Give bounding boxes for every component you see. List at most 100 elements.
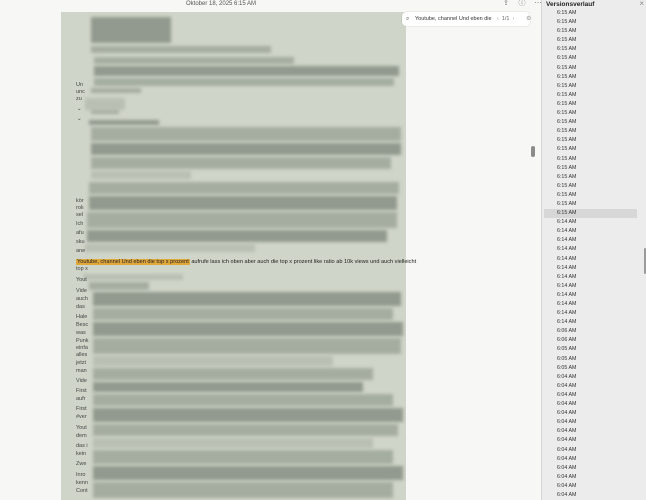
version-item[interactable]: 6:15 AM (544, 164, 637, 173)
find-options-icon[interactable]: ⚙ (526, 15, 531, 22)
text-fragment: was (76, 330, 86, 336)
version-item[interactable]: 6:04 AM (544, 491, 637, 500)
redacted-block (89, 120, 159, 125)
version-item[interactable]: 6:04 AM (544, 391, 637, 400)
find-bar[interactable]: ⌕ Youtube, channel Und eben die top x ‹ … (402, 12, 530, 26)
text-fragment: Vide (76, 378, 87, 384)
version-item[interactable]: 6:14 AM (544, 282, 637, 291)
version-item[interactable]: 6:15 AM (544, 173, 637, 182)
note-page[interactable] (61, 12, 406, 500)
text-fragment: kör (76, 198, 84, 204)
version-item[interactable]: 6:15 AM (544, 54, 637, 63)
find-next-button[interactable]: › (513, 16, 515, 22)
text-fragment: das (76, 304, 85, 310)
text-fragment: sel (76, 212, 84, 218)
text-fragment: Inro (76, 472, 86, 478)
version-item[interactable]: 6:14 AM (544, 318, 637, 327)
version-item[interactable]: 6:04 AM (544, 409, 637, 418)
version-item[interactable]: 6:04 AM (544, 373, 637, 382)
version-item[interactable]: 6:15 AM (544, 45, 637, 54)
document-scrollbar[interactable] (531, 146, 535, 157)
version-item[interactable]: 6:15 AM (544, 200, 637, 209)
text-fragment: Un (76, 82, 84, 88)
redacted-block (93, 322, 403, 336)
version-item[interactable]: 6:04 AM (544, 455, 637, 464)
redacted-block (94, 66, 399, 76)
redacted-block (91, 143, 401, 155)
version-item[interactable]: 6:04 AM (544, 400, 637, 409)
version-item[interactable]: 6:15 AM (544, 9, 637, 18)
text-fragment: Hale (76, 314, 88, 320)
version-item[interactable]: 6:15 AM (544, 109, 637, 118)
version-item[interactable]: 6:15 AM (544, 27, 637, 36)
version-item[interactable]: 6:15 AM (544, 127, 637, 136)
version-item[interactable]: 6:14 AM (544, 218, 637, 227)
version-item[interactable]: 6:15 AM (544, 118, 637, 127)
top-toolbar: ⇪ ⓘ ⋯ (502, 0, 542, 8)
version-item[interactable]: 6:05 AM (544, 364, 637, 373)
version-item[interactable]: 6:04 AM (544, 418, 637, 427)
version-item[interactable]: 6:14 AM (544, 264, 637, 273)
version-item[interactable]: 6:06 AM (544, 336, 637, 345)
chevron-down-icon[interactable]: ⌄ (77, 106, 82, 113)
version-item[interactable]: 6:14 AM (544, 255, 637, 264)
version-item[interactable]: 6:15 AM (544, 73, 637, 82)
version-item[interactable]: 6:04 AM (544, 382, 637, 391)
version-item[interactable]: 6:15 AM (544, 100, 637, 109)
redacted-block (87, 212, 397, 228)
redacted-block (89, 182, 399, 194)
text-fragment: afu (76, 230, 84, 236)
chevron-down-icon[interactable]: ⌄ (77, 116, 82, 123)
version-item[interactable]: 6:04 AM (544, 473, 637, 482)
version-item[interactable]: 6:04 AM (544, 464, 637, 473)
search-match-line: Youtube, channel Und eben die top x proz… (76, 258, 416, 266)
version-history-panel: Versionsverlauf × 6:15 AM 6:15 AM 6:15 AM 6… (541, 0, 646, 500)
redacted-block (93, 466, 403, 480)
text-fragment: Zwe (76, 461, 87, 467)
version-item[interactable]: 6:15 AM (544, 91, 637, 100)
redacted-block (93, 482, 393, 498)
text-fragment: Besc (76, 322, 89, 328)
text-fragment: einfa (76, 345, 88, 351)
text-fragment: kenn (76, 480, 88, 486)
version-item[interactable]: 6:14 AM (544, 309, 637, 318)
text-fragment: Yout (76, 425, 87, 431)
version-item[interactable]: 6:15 AM (544, 18, 637, 27)
version-item[interactable]: 6:05 AM (544, 345, 637, 354)
version-item[interactable]: 6:05 AM (544, 355, 637, 364)
version-item[interactable]: 6:14 AM (544, 300, 637, 309)
version-item[interactable]: 6:15 AM (544, 36, 637, 45)
version-item[interactable]: 6:06 AM (544, 327, 637, 336)
version-item[interactable]: 6:15 AM (544, 182, 637, 191)
version-item[interactable]: 6:15 AM (544, 64, 637, 73)
version-item[interactable]: 6:15 AM (544, 145, 637, 154)
version-item[interactable]: 6:14 AM (544, 227, 637, 236)
text-fragment: aufr (76, 396, 86, 402)
version-item[interactable]: 6:15 AM (544, 136, 637, 145)
version-item[interactable]: 6:04 AM (544, 427, 637, 436)
version-item[interactable]: 6:15 AM (544, 82, 637, 91)
version-item[interactable]: 6:04 AM (544, 446, 637, 455)
version-item[interactable]: 6:14 AM (544, 291, 637, 300)
panel-title: Versionsverlauf (546, 1, 595, 8)
version-item[interactable]: 6:15 AM (544, 209, 637, 219)
version-item[interactable]: 6:15 AM (544, 191, 637, 200)
close-icon[interactable]: × (639, 0, 644, 8)
redacted-block (93, 368, 373, 380)
version-item[interactable]: 6:04 AM (544, 482, 637, 491)
text-fragment: rolı (76, 205, 84, 211)
version-item[interactable]: 6:14 AM (544, 245, 637, 254)
info-icon[interactable]: ⓘ (518, 0, 526, 8)
version-item[interactable]: 6:14 AM (544, 273, 637, 282)
text-fragment: #ver (76, 414, 87, 420)
version-item[interactable]: 6:15 AM (544, 155, 637, 164)
text-fragment: das i (76, 443, 88, 449)
find-prev-button[interactable]: ‹ (497, 16, 499, 22)
redacted-block (87, 230, 387, 242)
redacted-block (93, 382, 363, 392)
find-input[interactable]: Youtube, channel Und eben die top x (415, 16, 493, 22)
share-icon[interactable]: ⇪ (502, 0, 510, 8)
version-item[interactable]: 6:04 AM (544, 436, 637, 445)
version-item[interactable]: 6:14 AM (544, 236, 637, 245)
redacted-block (93, 356, 333, 366)
